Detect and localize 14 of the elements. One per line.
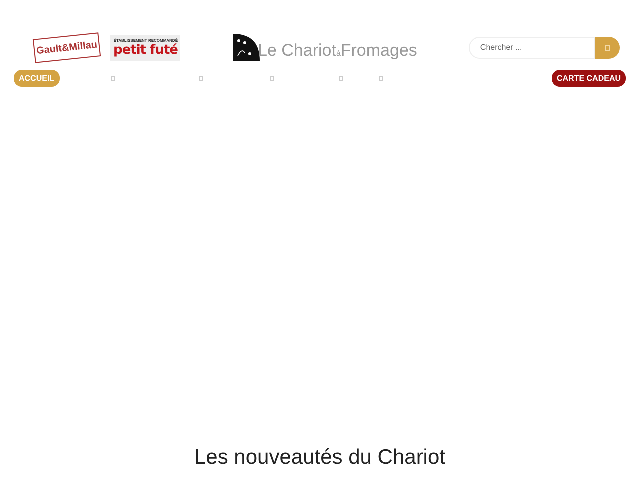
gift-card-button[interactable]: CARTE CADEAU — [552, 70, 626, 86]
search-button[interactable] — [595, 36, 620, 58]
home-button[interactable]: ACCUEIL — [14, 70, 60, 86]
square-icon — [605, 44, 610, 50]
square-icon[interactable] — [378, 76, 383, 80]
square-icon[interactable] — [110, 76, 115, 80]
gault-millau-badge: Gault&Millau — [32, 32, 102, 63]
section-title: Les nouveautés du Chariot — [193, 446, 446, 470]
square-icon[interactable] — [270, 76, 274, 80]
square-icon[interactable] — [198, 76, 203, 80]
logo-icon — [233, 34, 260, 61]
logo-text[interactable]: Le ChariotàFromages — [258, 41, 418, 61]
search-field[interactable]: Chercher ... — [469, 36, 596, 58]
square-icon[interactable] — [338, 76, 343, 80]
